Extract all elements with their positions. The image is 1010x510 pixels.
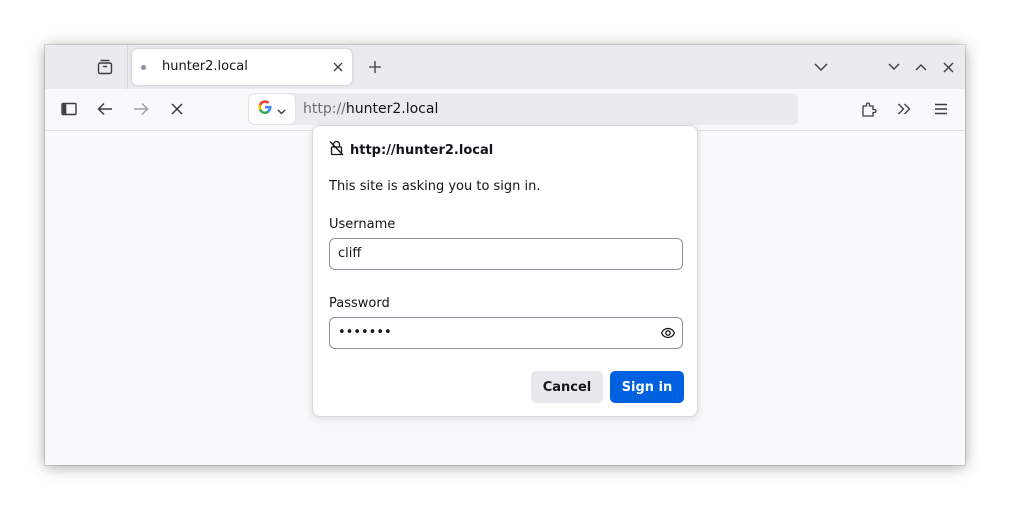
url-text[interactable]: http://hunter2.local (303, 93, 438, 125)
password-field[interactable]: ••••••• (329, 317, 683, 349)
stop-button[interactable] (161, 93, 193, 125)
app-menu-button[interactable] (925, 93, 957, 125)
back-button[interactable] (89, 93, 121, 125)
extensions-icon (861, 101, 877, 117)
url-scheme: http:// (303, 101, 346, 117)
sign-in-button[interactable]: Sign in (610, 371, 684, 403)
tabstrip-separator (127, 45, 128, 89)
cancel-button[interactable]: Cancel (531, 371, 603, 403)
show-password-eye-icon[interactable] (660, 325, 676, 341)
plus-icon (368, 60, 382, 74)
chevron-down-icon (814, 63, 828, 71)
minimize-icon (888, 63, 900, 71)
username-field[interactable]: cliff (329, 238, 683, 270)
back-arrow-icon (97, 102, 113, 116)
firefox-view-button[interactable] (89, 51, 121, 83)
tab-title: hunter2.local (162, 59, 248, 74)
tab-hunter2[interactable]: hunter2.local (132, 49, 352, 85)
sidebar-button[interactable] (53, 93, 85, 125)
maximize-icon (915, 63, 927, 71)
sidebar-icon (61, 102, 77, 116)
url-host: hunter2.local (345, 101, 439, 117)
overflow-button[interactable] (888, 93, 920, 125)
forward-arrow-icon (133, 102, 149, 116)
chevron-down-icon (277, 100, 286, 119)
close-window-button[interactable] (932, 51, 964, 83)
tab-loading-dot-icon (141, 65, 146, 70)
forward-button[interactable] (125, 93, 157, 125)
insecure-lock-icon (329, 140, 344, 160)
username-label: Username (329, 217, 396, 232)
stop-icon (171, 103, 183, 115)
new-tab-button[interactable] (359, 51, 391, 83)
list-all-tabs-button[interactable] (805, 51, 837, 83)
extensions-button[interactable] (853, 93, 885, 125)
overflow-chevrons-icon (897, 103, 911, 115)
username-value: cliff (338, 246, 362, 261)
close-window-icon (943, 62, 954, 73)
close-icon (333, 62, 343, 72)
url-bar[interactable]: http://hunter2.local (248, 93, 798, 125)
tab-close-button[interactable] (325, 54, 351, 80)
hamburger-menu-icon (934, 103, 948, 115)
dialog-header: http://hunter2.local (329, 140, 493, 160)
firefox-view-icon (96, 58, 114, 76)
password-value: ••••••• (338, 325, 392, 340)
auth-dialog: http://hunter2.local This site is asking… (312, 125, 698, 417)
dialog-message: This site is asking you to sign in. (329, 179, 541, 194)
password-label: Password (329, 296, 390, 311)
tab-bar: hunter2.local (45, 45, 965, 89)
dialog-origin: http://hunter2.local (350, 142, 494, 158)
search-engine-button[interactable] (249, 94, 295, 124)
google-g-icon (258, 100, 272, 118)
